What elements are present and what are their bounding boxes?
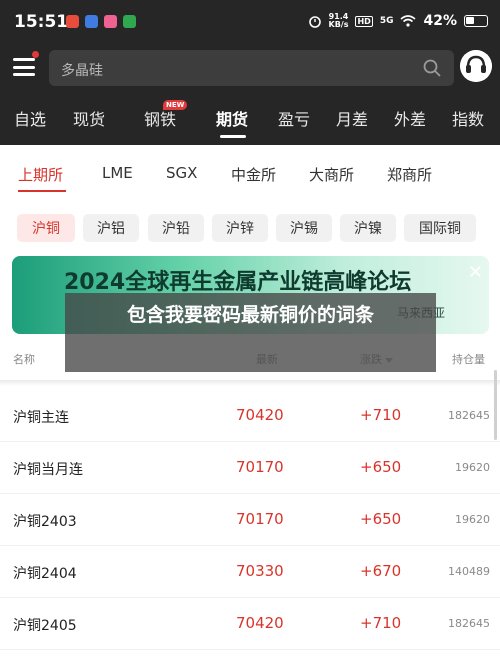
menu-icon[interactable]: [13, 56, 35, 78]
nav-active-indicator: [220, 135, 246, 138]
nav-index[interactable]: 指数: [452, 106, 484, 130]
video-app-icon: [85, 15, 98, 28]
divider: [0, 380, 500, 386]
battery-percent: 42%: [423, 13, 457, 29]
chip-tin[interactable]: 沪锡: [276, 214, 332, 242]
nav-month-spread[interactable]: 月差: [336, 106, 368, 130]
tab-cffex[interactable]: 中金所: [231, 164, 276, 185]
row-price: 70170: [236, 510, 284, 528]
row-price: 70330: [236, 562, 284, 580]
status-time: 15:51: [14, 12, 69, 32]
status-indicators: 91.4 KB/s HD 5G 42%: [308, 12, 488, 29]
row-change: +710: [360, 614, 402, 632]
row-change: +710: [360, 406, 402, 424]
tab-lme[interactable]: LME: [102, 164, 133, 182]
row-name: 沪铜2403: [13, 514, 77, 530]
chip-nickel[interactable]: 沪镍: [340, 214, 396, 242]
chat-app-icon: [123, 15, 136, 28]
exchange-tab-indicator: [18, 190, 66, 192]
search-placeholder: 多晶硅: [61, 63, 103, 79]
table-row[interactable]: 沪铜2404 70330 +670 140489: [0, 546, 500, 598]
nav-pnl[interactable]: 盈亏: [278, 106, 310, 130]
col-open-interest[interactable]: 持仓量: [452, 351, 485, 367]
chip-intl-copper[interactable]: 国际铜: [404, 214, 476, 242]
col-name: 名称: [13, 353, 35, 366]
alarm-icon: [308, 16, 321, 28]
table-row[interactable]: 沪铜2405 70420 +710 182645: [0, 598, 500, 650]
row-price: 70170: [236, 458, 284, 476]
row-name: 沪铜2404: [13, 566, 77, 582]
table-row[interactable]: 沪铜主连 70420 +710 182645: [0, 390, 500, 442]
row-change: +650: [360, 510, 402, 528]
search-input[interactable]: 多晶硅: [49, 50, 454, 86]
nav-spot[interactable]: 现货: [73, 106, 105, 130]
chip-zinc[interactable]: 沪锌: [212, 214, 268, 242]
banner-title: 2024全球再生金属产业链高峰论坛: [64, 270, 412, 295]
row-change: +670: [360, 562, 402, 580]
wifi-icon: [400, 15, 417, 27]
battery-icon: [464, 15, 488, 27]
notification-icons: [66, 15, 136, 28]
row-name: 沪铜当月连: [13, 462, 83, 478]
customer-service-icon[interactable]: [460, 50, 492, 82]
row-price: 70420: [236, 614, 284, 632]
caption-overlay: 包含我要密码最新铜价的词条: [65, 293, 436, 372]
nav-foreign-spread[interactable]: 外差: [394, 106, 426, 130]
shop-app-icon: [104, 15, 117, 28]
row-open-interest: 19620: [455, 513, 490, 526]
search-icon[interactable]: [422, 58, 442, 78]
top-nav: 自选 现货 钢铁 期货 盈亏 月差 外差 指数: [0, 96, 500, 140]
tab-shfe[interactable]: 上期所: [18, 164, 63, 185]
quote-list: 沪铜主连 70420 +710 182645 沪铜当月连 70170 +650 …: [0, 390, 500, 650]
chip-aluminum[interactable]: 沪铝: [83, 214, 139, 242]
new-badge: NEW: [163, 100, 188, 110]
chip-copper[interactable]: 沪铜: [17, 214, 75, 242]
table-row[interactable]: 沪铜当月连 70170 +650 19620: [0, 442, 500, 494]
nav-futures[interactable]: 期货: [216, 106, 248, 130]
app-notification-icon: [66, 15, 79, 28]
close-icon[interactable]: ✕: [468, 262, 483, 283]
row-open-interest: 140489: [448, 565, 490, 578]
row-open-interest: 182645: [448, 409, 490, 422]
tab-dce[interactable]: 大商所: [309, 164, 354, 185]
chip-lead[interactable]: 沪铅: [148, 214, 204, 242]
exchange-tabs: 上期所 LME SGX 中金所 大商所 郑商所: [0, 158, 500, 192]
caption-text: 包含我要密码最新铜价的词条: [126, 304, 374, 326]
row-price: 70420: [236, 406, 284, 424]
commodity-chips: 沪铜 沪铝 沪铅 沪锌 沪锡 沪镍 国际铜: [0, 214, 500, 244]
row-open-interest: 182645: [448, 617, 490, 630]
status-bar: 15:51 91.4 KB/s HD 5G 42%: [0, 0, 500, 44]
notification-dot: [32, 51, 39, 58]
tab-czce[interactable]: 郑商所: [387, 164, 432, 185]
hd-icon: HD: [355, 15, 373, 27]
tab-sgx[interactable]: SGX: [166, 164, 197, 182]
row-open-interest: 19620: [455, 461, 490, 474]
row-change: +650: [360, 458, 402, 476]
row-name: 沪铜主连: [13, 410, 69, 426]
nav-watchlist[interactable]: 自选: [14, 106, 46, 130]
signal-5g-icon: 5G: [379, 16, 394, 26]
net-speed: 91.4 KB/s: [328, 12, 349, 29]
table-row[interactable]: 沪铜2403 70170 +650 19620: [0, 494, 500, 546]
row-name: 沪铜2405: [13, 618, 77, 634]
